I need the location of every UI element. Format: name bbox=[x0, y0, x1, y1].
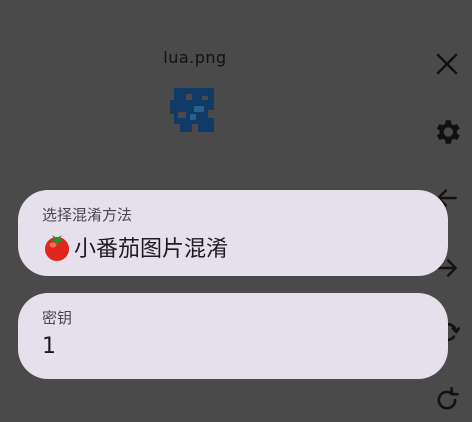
close-icon[interactable] bbox=[422, 42, 472, 86]
key-field-value[interactable]: 1 bbox=[42, 334, 424, 359]
method-field-value: 小番茄图片混淆 bbox=[74, 237, 229, 262]
method-field-label: 选择混淆方法 bbox=[42, 206, 133, 224]
image-filename: lua.png bbox=[163, 48, 227, 67]
gear-icon[interactable] bbox=[422, 110, 472, 154]
key-input[interactable]: 密钥 1 bbox=[18, 293, 448, 379]
image-preview bbox=[168, 84, 222, 138]
obfuscation-method-select[interactable]: 选择混淆方法 小番茄图片混淆 bbox=[18, 190, 448, 276]
key-field-label: 密钥 bbox=[42, 309, 73, 327]
tomato-icon bbox=[42, 232, 72, 262]
refresh-icon[interactable] bbox=[422, 378, 472, 422]
